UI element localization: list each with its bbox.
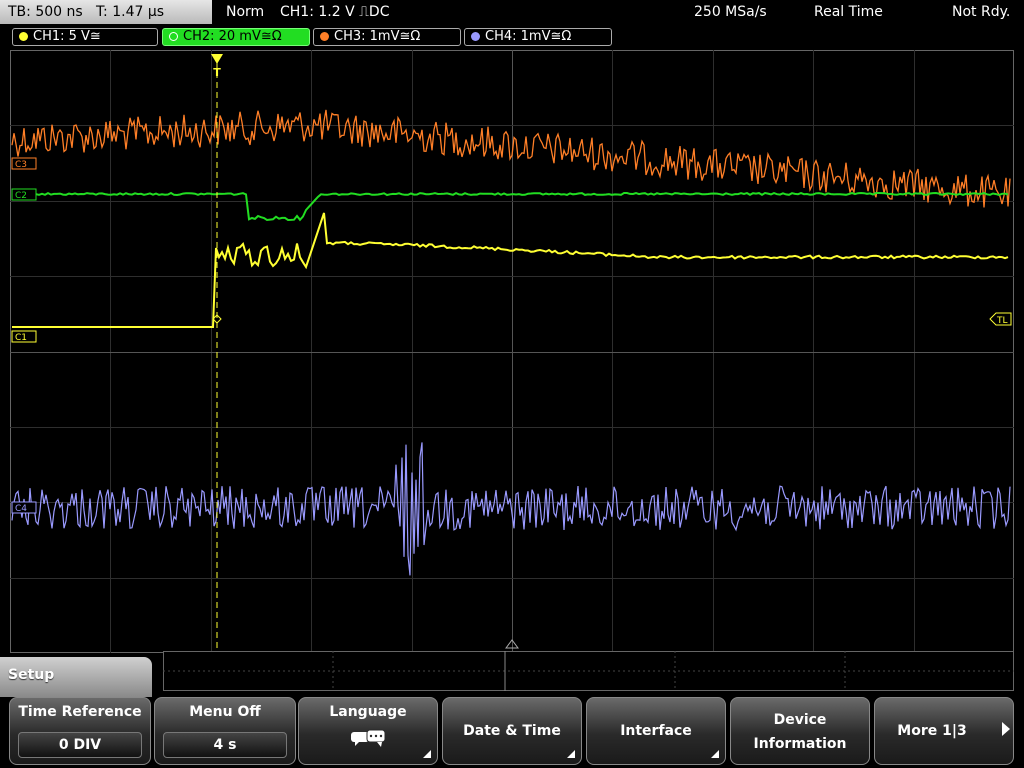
secondary-display — [163, 651, 1014, 691]
more-button[interactable]: More 1|3 — [874, 697, 1014, 765]
channel-2-marker[interactable]: C2 — [11, 188, 37, 201]
channel-4-dot-icon — [471, 32, 480, 41]
device-information-label-2: Information — [753, 736, 847, 752]
date-time-button[interactable]: Date & Time — [442, 697, 582, 765]
language-label: Language — [329, 704, 407, 720]
channel-1-label: CH1: 5 V≅ — [33, 29, 101, 44]
status-bar: TB: 500 ns T: 1.47 µs Norm CH1: 1.2 V ⎍D… — [0, 0, 1024, 24]
channel-4-label: CH4: 1mV≅Ω — [485, 29, 572, 44]
sample-rate: 250 MSa/s — [694, 4, 767, 20]
channel-2-marker-label: C2 — [15, 191, 27, 201]
channel-4-marker[interactable]: C4 — [11, 501, 37, 514]
menu-title-tab: Setup — [0, 657, 152, 697]
speech-bubbles-icon — [351, 729, 386, 747]
channel-2-dot-icon — [169, 32, 178, 41]
date-time-label: Date & Time — [463, 723, 561, 739]
channel-3-box[interactable]: CH3: 1mV≅Ω — [313, 28, 461, 46]
channel-3-dot-icon — [320, 32, 329, 41]
trigger-level-label: TL — [996, 316, 1008, 326]
channel-1-box[interactable]: CH1: 5 V≅ — [12, 28, 158, 46]
more-label: More 1|3 — [897, 723, 967, 739]
trigger-setting[interactable]: CH1: 1.2 V ⎍DC — [280, 0, 389, 24]
channel-3-marker-label: C3 — [15, 160, 27, 170]
time-reference-value: 0 DIV — [18, 732, 142, 758]
menu-title: Setup — [8, 667, 55, 683]
channel-1-marker-label: C1 — [15, 333, 27, 343]
acquisition-mode: Real Time — [814, 4, 883, 20]
channel-1-marker[interactable]: C1 — [11, 330, 37, 343]
timebase-box[interactable]: TB: 500 ns T: 1.47 µs — [0, 0, 212, 24]
channel-4-box[interactable]: CH4: 1mV≅Ω — [464, 28, 612, 46]
channel-3-marker[interactable]: C3 — [11, 157, 37, 170]
trigger-mode[interactable]: Norm — [226, 0, 264, 24]
interface-button[interactable]: Interface — [586, 697, 726, 765]
submenu-indicator-icon — [711, 750, 719, 758]
language-button[interactable]: Language — [298, 697, 438, 765]
timebase-readout: TB: 500 ns — [8, 4, 83, 20]
submenu-indicator-icon — [567, 750, 575, 758]
time-reference-button[interactable]: Time Reference 0 DIV — [9, 697, 151, 765]
arrow-right-icon — [1002, 722, 1010, 736]
channel-2-box[interactable]: CH2: 20 mV≅Ω — [162, 28, 310, 46]
time-reference-label: Time Reference — [18, 704, 142, 720]
waveform-display[interactable]: T C3 C2 C1 C4 TL — [10, 50, 1014, 653]
device-information-label-1: Device — [773, 712, 827, 728]
menu-off-button[interactable]: Menu Off 4 s — [154, 697, 296, 765]
channel-1-dot-icon — [19, 32, 28, 41]
channel-2-label: CH2: 20 mV≅Ω — [183, 29, 282, 44]
acquisition-state: Not Rdy. — [952, 4, 1011, 20]
trigger-time-readout: T: 1.47 µs — [96, 4, 165, 20]
menu-off-value: 4 s — [163, 732, 287, 758]
submenu-indicator-icon — [423, 750, 431, 758]
interface-label: Interface — [620, 723, 692, 739]
device-information-button[interactable]: Device Information — [730, 697, 870, 765]
trigger-position-label: T — [213, 66, 221, 79]
channel-4-marker-label: C4 — [15, 504, 27, 514]
menu-off-label: Menu Off — [189, 704, 261, 720]
channel-3-label: CH3: 1mV≅Ω — [334, 29, 421, 44]
